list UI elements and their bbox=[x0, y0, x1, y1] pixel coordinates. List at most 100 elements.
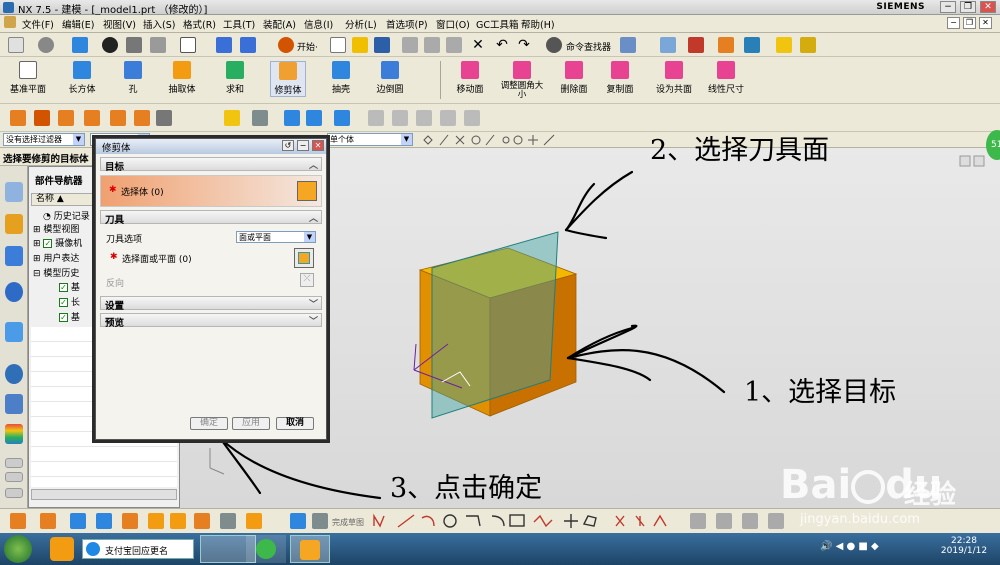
delete-face-button[interactable]: 删除面 bbox=[556, 61, 592, 95]
move-face-button[interactable]: 移动面 bbox=[452, 61, 488, 95]
sync-tool-icon-8[interactable] bbox=[224, 110, 240, 126]
extract-body-button[interactable]: 抽取体 bbox=[164, 61, 200, 95]
taskbar-clock[interactable]: 22:28 2019/1/12 bbox=[934, 536, 994, 556]
sketch-tool-icon-6[interactable] bbox=[148, 513, 164, 529]
history-icon[interactable] bbox=[5, 364, 23, 384]
block-button[interactable]: 长方体 bbox=[62, 61, 102, 95]
close-button[interactable]: ✕ bbox=[980, 1, 996, 13]
restore-button[interactable]: ❐ bbox=[960, 1, 976, 13]
edge-blend-button[interactable]: 边倒圆 bbox=[372, 61, 408, 95]
render-style-icon[interactable] bbox=[72, 37, 88, 53]
constraint-icon-2[interactable] bbox=[716, 513, 732, 529]
web-browser-icon[interactable] bbox=[5, 282, 23, 302]
section-preview[interactable]: 预览 ﹀ bbox=[100, 313, 322, 329]
sync-tool-icon-4[interactable] bbox=[84, 110, 100, 126]
start-menu-label[interactable]: 开始· bbox=[297, 40, 318, 53]
section-tool[interactable]: 刀具 ︿ bbox=[100, 210, 322, 226]
orient-view-icon[interactable] bbox=[38, 37, 54, 53]
select-body-row[interactable]: ✱ 选择体 (0) bbox=[100, 175, 322, 207]
taskbar-app-360[interactable] bbox=[246, 535, 286, 563]
part-navigator-icon[interactable] bbox=[5, 246, 23, 266]
sketch-tool-icon-9[interactable] bbox=[220, 513, 236, 529]
command-finder-icon[interactable] bbox=[546, 37, 562, 53]
new-file-icon[interactable] bbox=[330, 37, 346, 53]
paste-icon[interactable] bbox=[446, 37, 462, 53]
delete-icon[interactable]: ✕ bbox=[470, 37, 486, 53]
type-filter-select[interactable]: 没有选择过滤器 ▼ bbox=[3, 133, 85, 146]
sync-tool-icon-12[interactable] bbox=[334, 110, 350, 126]
copy-face-button[interactable]: 复制面 bbox=[602, 61, 638, 95]
mdi-restore-button[interactable]: ❐ bbox=[963, 17, 976, 29]
reset-icon[interactable]: ↺ bbox=[281, 140, 294, 151]
roles-icon[interactable] bbox=[5, 458, 23, 468]
sync-tool-icon-3[interactable] bbox=[58, 110, 74, 126]
sync-tool-icon-16[interactable] bbox=[440, 110, 456, 126]
apply-button[interactable]: 应用 bbox=[232, 417, 270, 430]
sync-tool-icon-9[interactable] bbox=[252, 110, 268, 126]
snap-point-icons[interactable] bbox=[420, 133, 570, 147]
layer-icon[interactable] bbox=[660, 37, 676, 53]
taskbar-app-nx[interactable] bbox=[290, 535, 330, 563]
snap-view-icon[interactable] bbox=[216, 37, 232, 53]
sketch-tool-icon-1[interactable] bbox=[10, 513, 26, 529]
shell-button[interactable]: 抽壳 bbox=[326, 61, 356, 95]
menu-info[interactable]: 信息(I) bbox=[304, 17, 333, 31]
sketch-tool-icon-3[interactable] bbox=[70, 513, 86, 529]
sketch-tool-icon-4[interactable] bbox=[96, 513, 112, 529]
menu-tools[interactable]: 工具(T) bbox=[223, 17, 255, 31]
sketch-tool-icon-5[interactable] bbox=[122, 513, 138, 529]
constraint-icon-4[interactable] bbox=[768, 513, 784, 529]
move-object-icon[interactable] bbox=[744, 37, 760, 53]
tree-item-datum-plane[interactable]: ✓ 基 bbox=[59, 310, 80, 323]
menu-analysis[interactable]: 分析(L) bbox=[345, 17, 377, 31]
system-materials-icon[interactable] bbox=[5, 394, 23, 414]
undo-icon[interactable]: ↶ bbox=[494, 37, 510, 53]
ruler-icon[interactable] bbox=[776, 37, 792, 53]
drafting-icon[interactable] bbox=[800, 37, 816, 53]
menu-edit[interactable]: 编辑(E) bbox=[62, 17, 94, 31]
sync-tool-icon-17[interactable] bbox=[464, 110, 480, 126]
menu-assembly[interactable]: 装配(A) bbox=[263, 17, 296, 31]
trim-body-button[interactable]: 修剪体 bbox=[270, 61, 306, 97]
taskbar-search-box[interactable]: 支付宝回应更名 bbox=[82, 539, 194, 559]
visualization-icon[interactable] bbox=[5, 424, 23, 444]
sketch-tool-icon-10[interactable] bbox=[246, 513, 262, 529]
sketch-icon[interactable] bbox=[290, 513, 306, 529]
body-scope-select[interactable]: 单个体 ▼ bbox=[327, 133, 413, 146]
view-controls[interactable] bbox=[959, 155, 985, 167]
reverse-direction-icon[interactable]: ⤫ bbox=[300, 273, 314, 287]
resource-scroll-down-icon[interactable] bbox=[5, 488, 23, 498]
cut-icon[interactable] bbox=[402, 37, 418, 53]
sync-tool-icon-15[interactable] bbox=[416, 110, 432, 126]
menu-file[interactable]: 文件(F) bbox=[22, 17, 54, 31]
sync-tool-icon-1[interactable] bbox=[10, 110, 26, 126]
menu-gc-toolbox[interactable]: GC工具箱 bbox=[476, 17, 519, 31]
section-settings[interactable]: 设置 ﹀ bbox=[100, 296, 322, 312]
select-icon[interactable] bbox=[8, 37, 24, 53]
show-hide-icon[interactable] bbox=[126, 37, 142, 53]
measure-icon[interactable] bbox=[688, 37, 704, 53]
sync-tool-icon-14[interactable] bbox=[392, 110, 408, 126]
horizontal-scrollbar[interactable] bbox=[31, 489, 177, 500]
sketch-tool-icon-7[interactable] bbox=[170, 513, 186, 529]
fit-icon[interactable] bbox=[240, 37, 256, 53]
hole-button[interactable]: 孔 bbox=[118, 61, 148, 95]
tree-item-block[interactable]: ✓ 长 bbox=[59, 295, 80, 308]
background-icon[interactable] bbox=[180, 37, 196, 53]
menu-window[interactable]: 窗口(O) bbox=[436, 17, 470, 31]
tree-item-model-history[interactable]: ⊟ 模型历史 bbox=[33, 266, 79, 279]
sync-tool-icon-2[interactable] bbox=[34, 110, 50, 126]
system-tray[interactable]: 🔊 ◀ ● ■ ◆ bbox=[820, 541, 920, 557]
menu-help[interactable]: 帮助(H) bbox=[521, 17, 555, 31]
copy-icon[interactable] bbox=[424, 37, 440, 53]
unite-button[interactable]: 求和 bbox=[218, 61, 252, 95]
sketch-curve-icons[interactable] bbox=[370, 512, 670, 530]
ok-button[interactable]: 确定 bbox=[190, 417, 228, 430]
menu-insert[interactable]: 插入(S) bbox=[143, 17, 175, 31]
datum-plane-button[interactable]: 基准平面 bbox=[6, 61, 50, 95]
open-file-icon[interactable] bbox=[352, 37, 368, 53]
constraint-icon-3[interactable] bbox=[742, 513, 758, 529]
menu-view[interactable]: 视图(V) bbox=[103, 17, 136, 31]
select-body-icon[interactable] bbox=[297, 181, 317, 201]
assembly-navigator-icon[interactable] bbox=[5, 182, 23, 202]
